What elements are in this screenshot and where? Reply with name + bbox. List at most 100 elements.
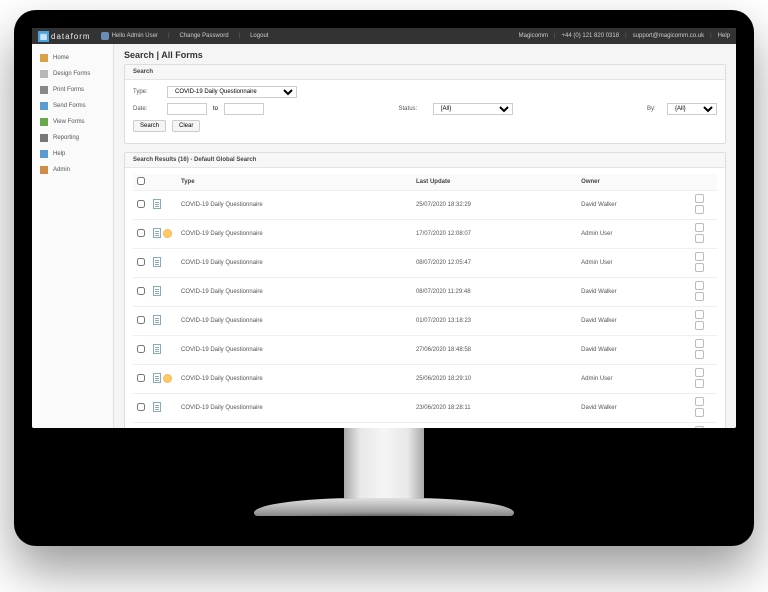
cell-type: COVID-19 Daily Questionnaire xyxy=(177,307,412,336)
change-password-link[interactable]: Change Password xyxy=(180,33,229,39)
sidebar-item-design-forms[interactable]: Design Forms xyxy=(32,66,113,82)
cell-last-update: 08/07/2020 12:05:47 xyxy=(412,249,577,278)
cell-last-update: 08/07/2020 11:29:48 xyxy=(412,278,577,307)
sidebar-item-print-forms[interactable]: Print Forms xyxy=(32,82,113,98)
results-panel: Search Results (16) - Default Global Sea… xyxy=(124,152,726,428)
sidebar-item-label: Home xyxy=(53,55,69,61)
sidebar-item-admin[interactable]: Admin xyxy=(32,162,113,178)
row-checkbox[interactable] xyxy=(137,403,145,411)
table-row: COVID-19 Daily Questionnaire25/06/2020 1… xyxy=(133,365,717,394)
search-button[interactable]: Search xyxy=(133,120,166,132)
logout-link[interactable]: Logout xyxy=(250,33,268,39)
date-to-input[interactable] xyxy=(224,103,264,115)
edit-icon[interactable] xyxy=(695,310,704,319)
col-owner[interactable]: Owner xyxy=(577,174,691,191)
sidebar-item-view-forms[interactable]: View Forms xyxy=(32,114,113,130)
type-select[interactable]: COVID-19 Daily Questionnaire xyxy=(167,86,297,98)
cell-type: COVID-19 Daily Questionnaire xyxy=(177,394,412,423)
user-icon xyxy=(101,32,109,40)
cell-last-update: 01/07/2020 13:18:23 xyxy=(412,307,577,336)
row-checkbox[interactable] xyxy=(137,316,145,324)
cell-owner: David Walker xyxy=(577,394,691,423)
open-icon[interactable] xyxy=(695,408,704,417)
logo-icon: ▦ xyxy=(38,31,49,42)
open-icon[interactable] xyxy=(695,263,704,272)
row-checkbox[interactable] xyxy=(137,345,145,353)
cell-owner: David Walker xyxy=(577,191,691,220)
document-icon xyxy=(153,257,161,267)
monitor-stand-neck xyxy=(344,428,424,498)
sidebar: Home Design Forms Print Forms Send Forms Vie… xyxy=(32,44,114,428)
by-select[interactable]: {All} xyxy=(667,103,717,115)
cell-owner: David Walker xyxy=(577,336,691,365)
cell-owner: David Walker xyxy=(577,307,691,336)
select-all-checkbox[interactable] xyxy=(137,177,145,185)
send-forms-icon xyxy=(40,102,48,110)
home-icon xyxy=(40,54,48,62)
table-row: COVID-19 Daily Questionnaire22/06/2020 1… xyxy=(133,423,717,429)
admin-icon xyxy=(40,166,48,174)
print-forms-icon xyxy=(40,86,48,94)
warning-icon xyxy=(163,374,172,383)
edit-icon[interactable] xyxy=(695,368,704,377)
search-panel-header: Search xyxy=(125,65,725,80)
sidebar-item-home[interactable]: Home xyxy=(32,50,113,66)
results-heading: Search Results (16) - Default Global Sea… xyxy=(125,153,725,168)
open-icon[interactable] xyxy=(695,379,704,388)
sidebar-item-reporting[interactable]: Reporting xyxy=(32,130,113,146)
open-icon[interactable] xyxy=(695,205,704,214)
main-content: Search | All Forms Search Type: COVID-19… xyxy=(114,44,736,428)
edit-icon[interactable] xyxy=(695,426,704,428)
document-icon xyxy=(153,199,161,209)
cell-last-update: 17/07/2020 12:08:07 xyxy=(412,220,577,249)
clear-button[interactable]: Clear xyxy=(172,120,200,132)
table-row: COVID-19 Daily Questionnaire17/07/2020 1… xyxy=(133,220,717,249)
cell-type: COVID-19 Daily Questionnaire xyxy=(177,191,412,220)
open-icon[interactable] xyxy=(695,292,704,301)
edit-icon[interactable] xyxy=(695,194,704,203)
cell-type: COVID-19 Daily Questionnaire xyxy=(177,249,412,278)
view-forms-icon xyxy=(40,118,48,126)
cell-type: COVID-19 Daily Questionnaire xyxy=(177,336,412,365)
col-last-update[interactable]: Last Update xyxy=(412,174,577,191)
open-icon[interactable] xyxy=(695,321,704,330)
cell-owner: Admin User xyxy=(577,365,691,394)
sidebar-item-label: Send Forms xyxy=(53,103,86,109)
help-link[interactable]: Help xyxy=(718,33,730,39)
document-icon xyxy=(153,286,161,296)
sidebar-item-label: View Forms xyxy=(53,119,85,125)
sidebar-item-label: Design Forms xyxy=(53,71,90,77)
table-row: COVID-19 Daily Questionnaire08/07/2020 1… xyxy=(133,249,717,278)
cell-last-update: 25/07/2020 18:32:29 xyxy=(412,191,577,220)
row-checkbox[interactable] xyxy=(137,229,145,237)
sidebar-item-label: Reporting xyxy=(53,135,79,141)
edit-icon[interactable] xyxy=(695,281,704,290)
sidebar-item-help[interactable]: Help xyxy=(32,146,113,162)
row-checkbox[interactable] xyxy=(137,287,145,295)
edit-icon[interactable] xyxy=(695,223,704,232)
edit-icon[interactable] xyxy=(695,397,704,406)
cell-type: COVID-19 Daily Questionnaire xyxy=(177,423,412,429)
status-label: Status: xyxy=(399,106,427,112)
greeting-text: Hello Admin User xyxy=(112,33,158,39)
search-panel: Search Type: COVID-19 Daily Questionnair… xyxy=(124,64,726,144)
edit-icon[interactable] xyxy=(695,252,704,261)
date-from-input[interactable] xyxy=(167,103,207,115)
row-checkbox[interactable] xyxy=(137,200,145,208)
document-icon xyxy=(153,228,161,238)
table-row: COVID-19 Daily Questionnaire25/07/2020 1… xyxy=(133,191,717,220)
support-email-link[interactable]: support@magicomm.co.uk xyxy=(633,33,704,39)
edit-icon[interactable] xyxy=(695,339,704,348)
design-forms-icon xyxy=(40,70,48,78)
open-icon[interactable] xyxy=(695,234,704,243)
row-checkbox[interactable] xyxy=(137,258,145,266)
sidebar-item-send-forms[interactable]: Send Forms xyxy=(32,98,113,114)
cell-last-update: 27/06/2020 18:48:58 xyxy=(412,336,577,365)
sidebar-item-label: Print Forms xyxy=(53,87,84,93)
row-checkbox[interactable] xyxy=(137,374,145,382)
date-to-label: to xyxy=(213,106,218,112)
status-select[interactable]: {All} xyxy=(433,103,513,115)
open-icon[interactable] xyxy=(695,350,704,359)
cell-type: COVID-19 Daily Questionnaire xyxy=(177,278,412,307)
col-type[interactable]: Type xyxy=(177,174,412,191)
